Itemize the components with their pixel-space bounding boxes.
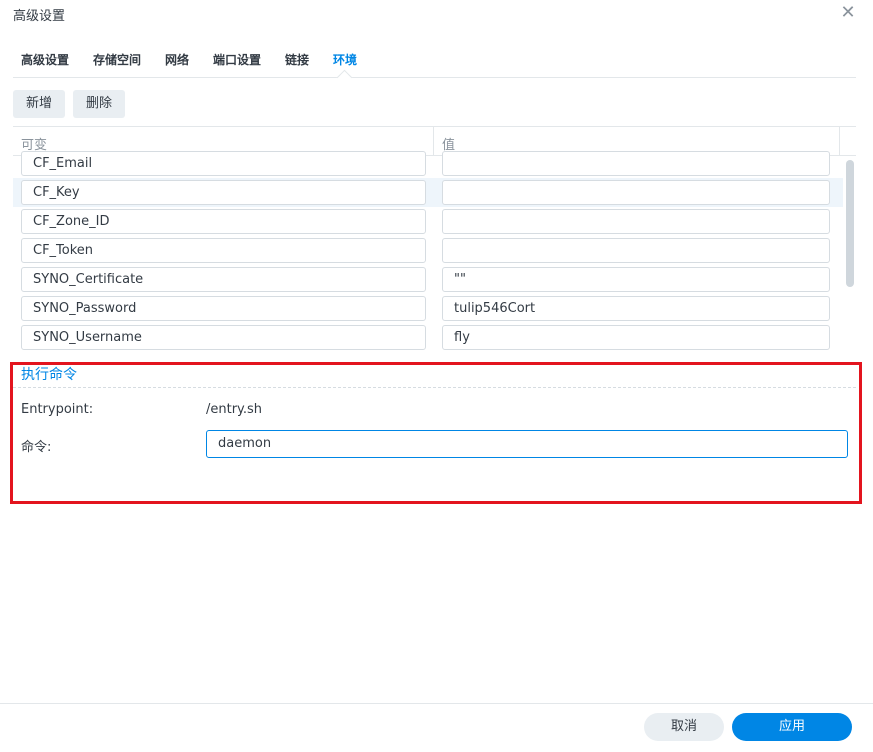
table-row[interactable]: CF_Token — [13, 236, 843, 265]
variable-value-field[interactable] — [442, 238, 830, 263]
footer-divider — [0, 703, 873, 704]
tab-bar: 高级设置 存储空间 网络 端口设置 链接 环境 — [0, 48, 873, 78]
variable-value-field[interactable]: tulip546Cort — [442, 296, 830, 321]
tab-network[interactable]: 网络 — [165, 51, 189, 68]
entrypoint-value: /entry.sh — [206, 402, 263, 417]
tab-environment[interactable]: 环境 — [333, 51, 357, 68]
tabs-divider — [13, 77, 856, 78]
table-row[interactable]: CF_Email — [13, 149, 843, 178]
table-row[interactable]: SYNO_Certificate "" — [13, 265, 843, 294]
command-input[interactable]: daemon — [206, 430, 848, 458]
table-row[interactable]: CF_Key — [13, 178, 843, 207]
tab-port-settings[interactable]: 端口设置 — [213, 51, 261, 68]
add-button[interactable]: 新增 — [13, 90, 66, 118]
variable-value-field[interactable]: "" — [442, 267, 830, 292]
variable-name-field[interactable]: CF_Token — [21, 238, 426, 263]
variable-name-field[interactable]: CF_Email — [21, 151, 426, 176]
table-row[interactable]: CF_Zone_ID — [13, 207, 843, 236]
env-table: 可变 值 CF_Email CF_Key CF_Zone_ID CF_Token… — [13, 126, 856, 350]
execute-command-title: 执行命令 — [21, 367, 77, 383]
cancel-button[interactable]: 取消 — [644, 713, 724, 741]
table-row[interactable]: SYNO_Username fly — [13, 323, 843, 350]
variable-value-field[interactable] — [442, 180, 830, 205]
variable-value-field[interactable] — [442, 151, 830, 176]
command-label: 命令: — [21, 440, 52, 455]
tab-advanced[interactable]: 高级设置 — [21, 51, 69, 68]
close-icon[interactable]: ✕ — [837, 2, 859, 24]
delete-button[interactable]: 删除 — [73, 90, 126, 118]
variable-name-field[interactable]: SYNO_Certificate — [21, 267, 426, 292]
table-row[interactable]: SYNO_Password tulip546Cort — [13, 294, 843, 323]
tab-storage[interactable]: 存储空间 — [93, 51, 141, 68]
variable-name-field[interactable]: SYNO_Username — [21, 325, 426, 350]
apply-button[interactable]: 应用 — [732, 713, 852, 741]
variable-name-field[interactable]: SYNO_Password — [21, 296, 426, 321]
window-title: 高级设置 — [13, 9, 66, 24]
variable-name-field[interactable]: CF_Key — [21, 180, 426, 205]
variable-name-field[interactable]: CF_Zone_ID — [21, 209, 426, 234]
window-titlebar: 高级设置 ✕ — [0, 0, 873, 26]
tab-links[interactable]: 链接 — [285, 51, 309, 68]
entrypoint-label: Entrypoint: — [21, 402, 94, 417]
variable-value-field[interactable] — [442, 209, 830, 234]
table-scrollbar[interactable] — [846, 160, 854, 287]
section-divider — [13, 387, 856, 388]
variable-value-field[interactable]: fly — [442, 325, 830, 350]
